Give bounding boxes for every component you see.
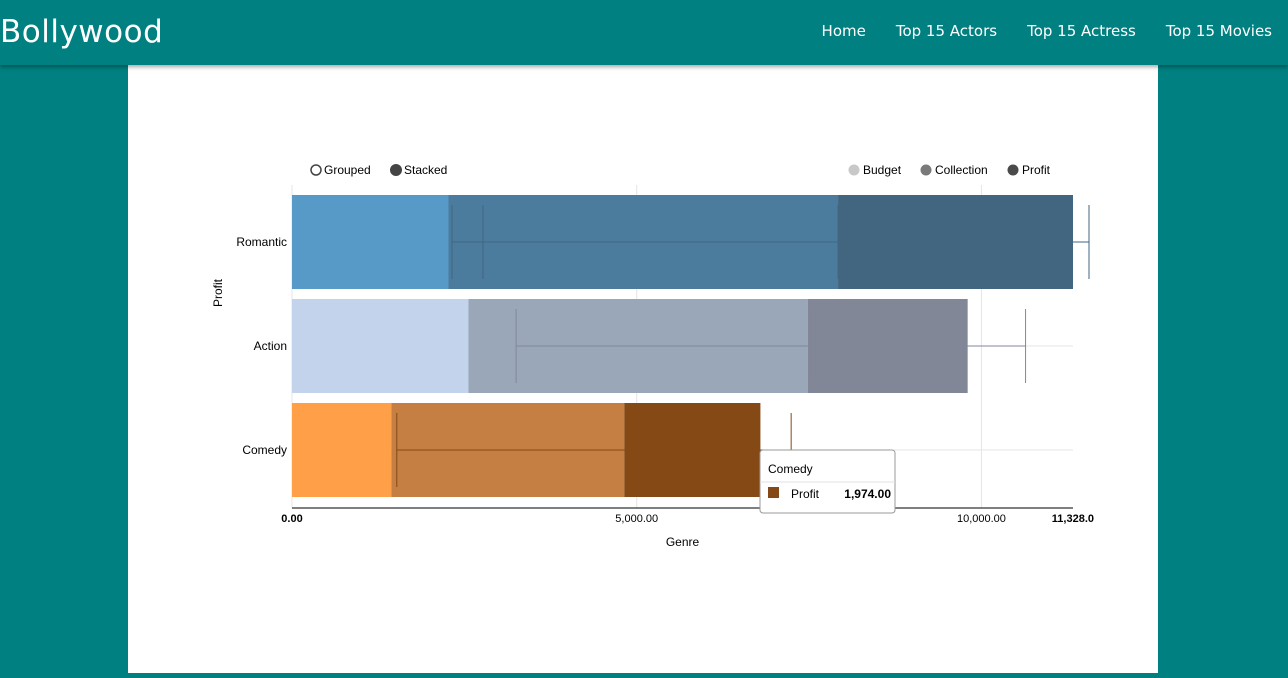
legend-label-profit[interactable]: Profit <box>1022 163 1051 177</box>
y-tick-label-romantic: Romantic <box>236 235 287 249</box>
x-tick-label: 11,328.0 <box>1052 513 1094 525</box>
stacked-label: Stacked <box>404 163 447 177</box>
legend-label-budget[interactable]: Budget <box>863 163 902 177</box>
nav-home[interactable]: Home <box>822 22 866 40</box>
x-tick-label: 5,000.00 <box>615 513 658 525</box>
chart-tooltip: Comedy Profit 1,974.00 <box>759 449 896 514</box>
chart-legend: Budget Collection Profit <box>848 163 1051 177</box>
nav-links: Home Top 15 Actors Top 15 Actress Top 15… <box>822 22 1272 40</box>
tooltip-series: Profit <box>791 487 820 501</box>
legend-swatch-profit[interactable] <box>1007 164 1019 176</box>
tooltip-title: Comedy <box>768 462 813 476</box>
bar-chart: Grouped Stacked Budget Collection Profit 0… <box>211 163 1094 549</box>
bar-comedy-budget[interactable] <box>292 403 392 497</box>
legend-swatch-collection[interactable] <box>920 164 932 176</box>
content-panel: Grouped Stacked Budget Collection Profit 0… <box>128 65 1158 673</box>
stacked-radio[interactable] <box>390 164 402 176</box>
grouped-radio[interactable] <box>310 164 322 176</box>
y-axis-title: Profit <box>211 278 225 307</box>
nav-top-movies[interactable]: Top 15 Movies <box>1166 22 1272 40</box>
x-tick-label: 10,000.00 <box>957 513 1006 525</box>
brand-title[interactable]: Bollywood <box>0 14 163 50</box>
y-tick-label-comedy: Comedy <box>242 443 287 457</box>
nav-top-actors[interactable]: Top 15 Actors <box>896 22 997 40</box>
grouped-option[interactable]: Grouped <box>310 163 371 177</box>
stacked-option[interactable]: Stacked <box>390 163 448 177</box>
grouped-label: Grouped <box>324 163 371 177</box>
x-tick-label: 0.00 <box>281 513 302 525</box>
chart-controls: Grouped Stacked <box>310 163 448 177</box>
navbar: Bollywood Home Top 15 Actors Top 15 Actr… <box>0 0 1288 65</box>
y-tick-label-action: Action <box>254 339 287 353</box>
legend-swatch-budget[interactable] <box>848 164 860 176</box>
legend-label-collection[interactable]: Collection <box>935 163 988 177</box>
tooltip-value: 1,974.00 <box>844 487 891 501</box>
nav-top-actress[interactable]: Top 15 Actress <box>1027 22 1136 40</box>
bar-action-budget[interactable] <box>292 299 469 393</box>
x-axis-title: Genre <box>666 535 700 549</box>
bar-romantic-budget[interactable] <box>292 195 449 289</box>
tooltip-swatch <box>768 487 779 498</box>
